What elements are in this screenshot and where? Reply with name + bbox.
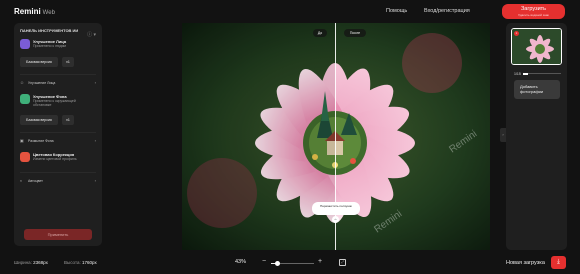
add-photos-button[interactable]: Добавить фотографии (514, 80, 560, 99)
apply-button[interactable]: Применить (24, 229, 92, 240)
after-badge: После (344, 29, 366, 37)
move-slider-hint[interactable]: Переместить ползунок (312, 202, 360, 215)
chevron-right-icon: › (94, 80, 96, 85)
feature-desc: Применено к людям (33, 44, 66, 48)
info-icon[interactable]: ⓘ (87, 32, 92, 38)
help-link[interactable]: Помощь (386, 8, 407, 14)
image-height: Высота: 1760px (64, 260, 97, 265)
model-chip-base[interactable]: Базовая версия (20, 115, 58, 125)
ai-tools-panel: ПАНЕЛЬ ИНСТРУМЕНТОВ ИИ ⓘ ▾ Улучшение Лиц… (14, 23, 102, 246)
remove-photo-icon[interactable]: × (514, 31, 519, 36)
chevron-right-icon: › (94, 178, 96, 183)
model-chip-base[interactable]: Базовая версия (20, 57, 58, 67)
model-chip-v1[interactable]: v1 (62, 57, 74, 67)
face-icon: ☺ (20, 80, 25, 85)
toggle-row-bg-blur[interactable]: ▣ Размытие Фона › (20, 132, 96, 144)
upload-button-sublabel: Удалить водяной знак (518, 13, 549, 17)
palette-icon (20, 152, 30, 162)
row-label: Улучшение Лица (28, 81, 56, 85)
top-bar: Remini Web Помощь Вход/регистрация Загруз… (0, 0, 580, 22)
toggle-row-autocolor[interactable]: ◐ Автоцвет › (20, 172, 96, 184)
face-enhance-icon (20, 39, 30, 49)
row-label: Размытие Фона (28, 139, 54, 143)
panel-header-icons: ⓘ ▾ (87, 31, 96, 38)
photo-progress (523, 72, 561, 75)
new-upload-link[interactable]: Новая загрузка (506, 260, 545, 266)
autocolor-icon: ◐ (20, 178, 23, 183)
zoom-out-icon[interactable]: − (262, 258, 266, 265)
thumbnail-image (512, 29, 561, 64)
feature-desc: Применено к окружающей обстановке (33, 99, 76, 107)
bottom-bar: Ширина: 2368px Высота: 1760px 43% − + ⤢ … (0, 252, 580, 274)
image-width: Ширина: 2368px (14, 260, 48, 265)
model-chips: Базовая версия v1 (20, 57, 96, 68)
feature-desc: Измени цветовой профиль (33, 157, 77, 161)
app: Remini Web Помощь Вход/регистрация Загруз… (0, 0, 580, 274)
download-icon[interactable]: ⤓ (551, 256, 566, 269)
slider-handle-icon[interactable]: ‹› (332, 216, 339, 223)
chevron-icon[interactable]: ▾ (93, 32, 96, 38)
model-chip-v1[interactable]: v1 (62, 115, 74, 125)
feature-background-enhance[interactable]: Улучшение Фона Применено к окружающей об… (20, 94, 96, 110)
panel-title: ПАНЕЛЬ ИНСТРУМЕНТОВ ИИ (20, 28, 79, 33)
blur-icon: ▣ (20, 138, 24, 143)
zoom-level: 43% (235, 259, 247, 265)
model-chips: Базовая версия v1 (20, 115, 96, 126)
image-comparison-canvas[interactable]: Remini Remini До После Переместить ползу… (182, 23, 490, 250)
zoom-slider-knob[interactable] (274, 261, 280, 266)
upload-button-label: Загрузить (520, 6, 547, 12)
upload-button[interactable]: Загрузить Удалить водяной знак (502, 4, 565, 19)
photo-count: 1/15 (514, 72, 521, 76)
logo[interactable]: Remini Web (14, 7, 55, 16)
feature-face-enhance[interactable]: Улучшение Лица Применено к людям (20, 39, 96, 55)
fullscreen-icon[interactable]: ⤢ (339, 259, 346, 266)
row-label: Автоцвет (28, 179, 43, 183)
toggle-row-face[interactable]: ☺ Улучшение Лица › (20, 74, 96, 86)
photo-queue-panel: × 1/15 Добавить фотографии (506, 23, 567, 250)
before-badge: До (313, 29, 327, 37)
landscape-icon (20, 94, 30, 104)
photo-thumbnail[interactable]: × (511, 28, 562, 65)
feature-color-correction[interactable]: Цветовая Коррекция Измени цветовой профи… (20, 152, 96, 168)
chevron-right-icon: › (94, 138, 96, 143)
login-link[interactable]: Вход/регистрация (424, 8, 470, 14)
zoom-in-icon[interactable]: + (318, 258, 322, 265)
